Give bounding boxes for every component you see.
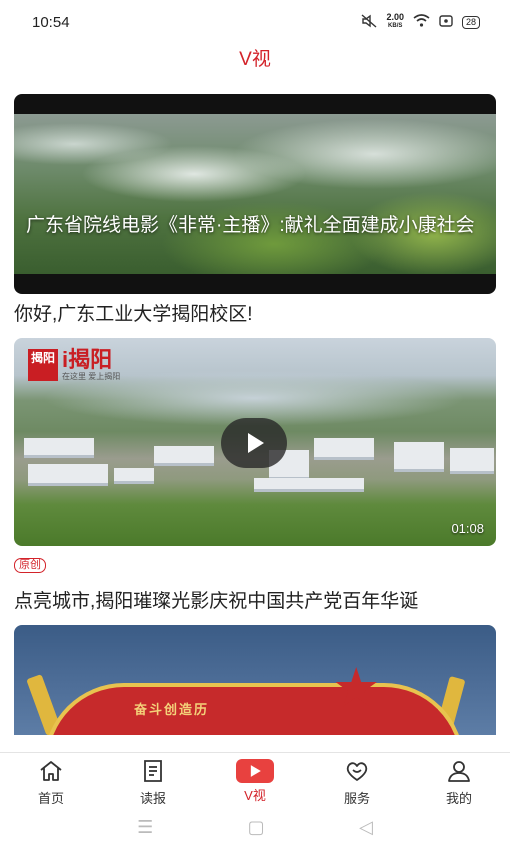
thumbnail-banner (44, 683, 464, 735)
tab-video[interactable]: V视 (204, 753, 306, 804)
thumbnail-building (314, 438, 374, 460)
thumbnail-building (24, 438, 94, 458)
home-square-icon[interactable]: ▢ (248, 817, 265, 838)
video-duration: 01:08 (451, 521, 484, 536)
video-feed[interactable]: 广东省院线电影《非常·主播》:献礼全面建成小康社会 你好,广东工业大学揭阳校区!… (14, 94, 496, 735)
newspaper-icon (140, 759, 166, 786)
play-button[interactable] (221, 418, 287, 468)
tab-newspaper[interactable]: 读报 (102, 753, 204, 806)
heart-smile-icon (344, 759, 370, 786)
video-card[interactable]: 揭阳 i揭阳 在这里 爱上揭阳 01:08 (14, 338, 496, 546)
menu-icon[interactable]: ☰ (137, 817, 153, 838)
tab-services[interactable]: 服务 (306, 753, 408, 806)
banner-text: 奋斗创造历 (134, 702, 210, 717)
thumbnail-building (114, 468, 154, 484)
video-title[interactable]: 你好,广东工业大学揭阳校区! (14, 300, 496, 330)
network-speed: 2.00 KB/S (386, 12, 404, 30)
video-card[interactable]: 奋斗创造历 ★ (14, 625, 496, 735)
thumbnail-building (154, 446, 214, 466)
battery-indicator: 28 (461, 15, 480, 29)
tab-label: V视 (244, 788, 266, 803)
thumbnail-building (394, 442, 444, 472)
sim-icon (439, 14, 453, 30)
system-nav-bar: ☰ ▢ ◁ (0, 804, 510, 850)
video-thumbnail (14, 114, 496, 274)
status-icons: 2.00 KB/S 28 (361, 13, 480, 31)
page-title: V视 (239, 49, 271, 70)
back-icon[interactable]: ◁ (359, 817, 373, 838)
star-icon: ★ (332, 658, 381, 718)
thumbnail-building (28, 464, 108, 486)
thumbnail-building (254, 478, 364, 492)
logo-slogan: 在这里 爱上揭阳 (62, 372, 121, 381)
source-logo: 揭阳 i揭阳 在这里 爱上揭阳 (28, 348, 120, 382)
tab-profile[interactable]: 我的 (408, 753, 510, 806)
original-badge: 原创 (14, 558, 46, 573)
home-icon (38, 759, 64, 786)
logo-text: i揭阳 (62, 347, 113, 372)
status-time: 10:54 (32, 13, 70, 31)
video-card-featured[interactable]: 广东省院线电影《非常·主播》:献礼全面建成小康社会 (14, 94, 496, 294)
status-bar: 10:54 2.00 KB/S 28 (0, 0, 510, 44)
video-title[interactable]: 点亮城市,揭阳璀璨光影庆祝中国共产党百年华诞 (14, 587, 496, 617)
video-play-icon (236, 759, 274, 783)
video-caption: 广东省院线电影《非常·主播》:献礼全面建成小康社会 (26, 215, 475, 236)
mute-icon (361, 13, 377, 31)
thumbnail-building (450, 448, 494, 474)
bottom-tab-bar: 首页 读报 V视 服务 我的 (0, 752, 510, 806)
logo-mark: 揭阳 (28, 349, 58, 381)
user-icon (446, 759, 472, 786)
wifi-icon (413, 14, 430, 30)
tab-home[interactable]: 首页 (0, 753, 102, 806)
